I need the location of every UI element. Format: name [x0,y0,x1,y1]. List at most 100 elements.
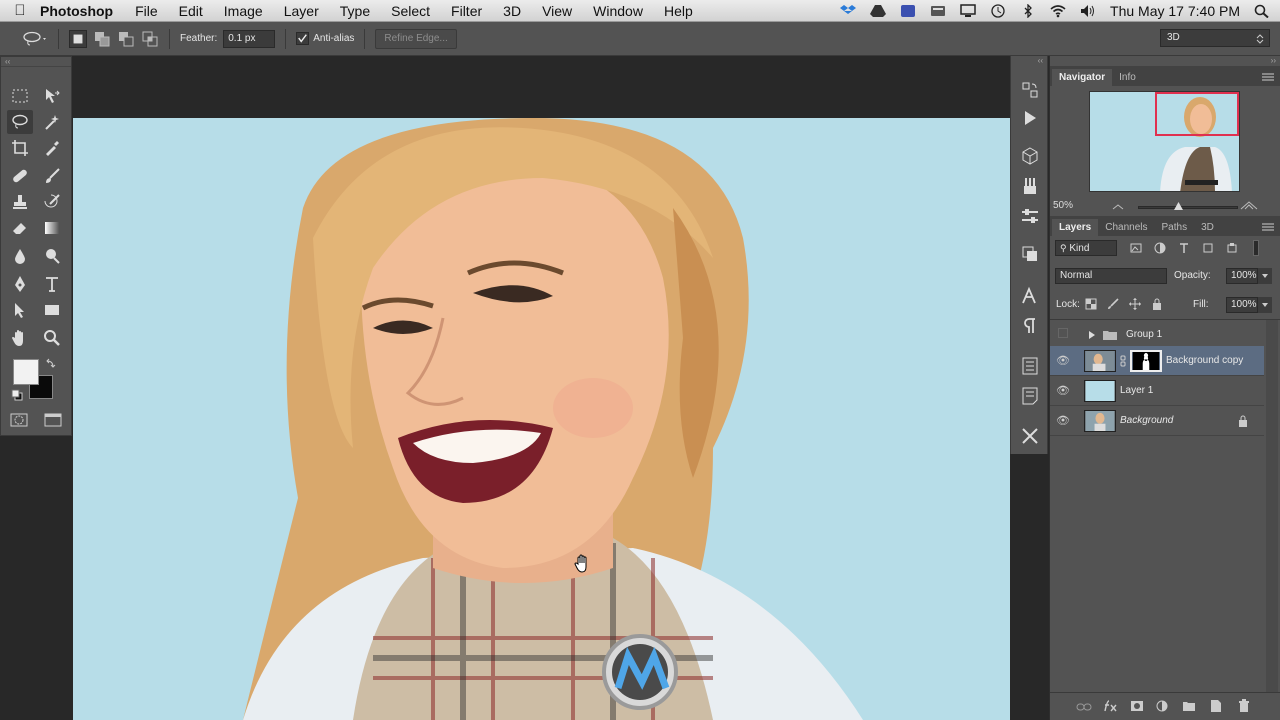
menu-edit[interactable]: Edit [179,3,203,19]
navigator-view-box[interactable] [1155,92,1239,136]
navigator-zoom-slider[interactable] [1138,206,1238,209]
hand-tool[interactable] [7,326,33,350]
tab-paths[interactable]: Paths [1155,219,1195,236]
pen-tool[interactable] [7,272,33,296]
healing-brush-tool[interactable] [7,164,33,188]
lasso-tool[interactable] [7,110,33,134]
screen-mode-icon[interactable] [43,411,63,429]
layer-row-background-copy[interactable]: 👁 Background copy [1050,346,1264,376]
add-to-selection-icon[interactable] [93,30,111,48]
menu-type[interactable]: Type [340,3,370,19]
workspace-select[interactable]: 3D [1160,29,1270,47]
rectangle-tool[interactable] [39,298,65,322]
foreground-color-swatch[interactable] [13,359,39,385]
panels-grip[interactable]: ›› [1271,56,1276,65]
apple-menu-icon[interactable]:  [0,2,40,19]
path-selection-tool[interactable] [7,298,33,322]
menu-filter[interactable]: Filter [451,3,482,19]
filter-toggle[interactable] [1253,240,1259,256]
new-adjustment-layer-icon[interactable] [1156,700,1168,712]
spotlight-search-icon[interactable] [1254,4,1270,18]
zoom-tool[interactable] [39,326,65,350]
lock-all-icon[interactable] [1151,298,1163,310]
tab-navigator[interactable]: Navigator [1052,69,1113,86]
icon-strip-grip[interactable]: ‹‹ [1011,56,1047,66]
clone-source-icon[interactable] [1020,244,1040,264]
fill-input[interactable]: 100% [1226,297,1258,313]
layer-visibility-empty[interactable] [1050,328,1076,341]
tool-presets-icon[interactable] [1020,426,1040,446]
actions-panel-icon[interactable] [1020,108,1040,128]
menu-select[interactable]: Select [391,3,430,19]
menu-layer[interactable]: Layer [284,3,319,19]
navigator-preview[interactable] [1089,91,1240,192]
dodge-tool[interactable] [39,244,65,268]
filter-pixel-icon[interactable] [1130,242,1142,254]
menu-image[interactable]: Image [224,3,263,19]
gradient-tool[interactable] [39,216,65,240]
lock-position-icon[interactable] [1129,298,1141,310]
clone-stamp-tool[interactable] [7,190,33,214]
filter-shape-icon[interactable] [1202,242,1214,254]
wifi-icon[interactable] [1050,4,1066,18]
layer-style-fx-icon[interactable] [1102,699,1118,713]
brush-tool[interactable] [39,164,65,188]
new-group-icon[interactable] [1182,700,1196,712]
layer-filter-kind[interactable]: ⚲ Kind [1055,240,1117,256]
layers-scrollbar[interactable] [1266,320,1278,694]
tools-panel-grip[interactable]: ‹‹ [1,57,71,67]
layer-mask-thumbnail[interactable] [1130,349,1162,372]
image-canvas[interactable] [73,118,1010,720]
fill-dropdown-icon[interactable] [1258,297,1272,313]
tab-channels[interactable]: Channels [1098,219,1154,236]
eye-icon[interactable]: 👁 [1050,414,1076,427]
default-colors-icon[interactable] [11,389,23,401]
menu-window[interactable]: Window [593,3,643,19]
eraser-tool[interactable] [7,216,33,240]
filter-type-icon[interactable] [1178,242,1190,254]
intersect-selection-icon[interactable] [141,30,159,48]
layer-row-layer-1[interactable]: 👁 Layer 1 [1050,376,1264,406]
paragraph-panel-icon[interactable] [1020,316,1040,336]
zoom-in-icon[interactable] [1240,200,1258,210]
history-panel-icon[interactable] [1020,80,1040,100]
mask-link-icon[interactable] [1120,355,1126,367]
navigator-menu-icon[interactable] [1262,72,1274,82]
move-tool[interactable] [39,84,65,108]
eye-icon[interactable]: 👁 [1050,384,1076,397]
eyedropper-tool[interactable] [39,136,65,160]
tab-info[interactable]: Info [1112,69,1143,86]
feather-input[interactable]: 0.1 px [223,29,276,48]
layer-row-background[interactable]: 👁 Background [1050,406,1264,436]
dropbox-icon[interactable] [840,4,857,18]
rect-marquee-tool[interactable] [7,84,33,108]
menu-help[interactable]: Help [664,3,693,19]
opacity-input[interactable]: 100% [1226,268,1258,284]
delete-layer-icon[interactable] [1238,699,1250,713]
tab-3d[interactable]: 3D [1194,219,1221,236]
layers-menu-icon[interactable] [1262,222,1274,232]
eye-icon[interactable]: 👁 [1050,354,1076,367]
link-layers-icon[interactable] [1076,701,1092,713]
tab-layers[interactable]: Layers [1052,219,1099,236]
type-tool[interactable] [39,272,65,296]
refine-edge-button[interactable]: Refine Edge... [375,28,457,49]
menu-3d[interactable]: 3D [503,3,521,19]
blur-tool[interactable] [7,244,33,268]
zoom-out-icon[interactable] [1112,202,1124,210]
quick-mask-icon[interactable] [9,411,29,429]
filter-smart-object-icon[interactable] [1226,242,1238,254]
navigator-zoom[interactable]: 50% [1053,200,1073,211]
properties-panel-icon[interactable] [1020,356,1040,376]
opacity-dropdown-icon[interactable] [1258,268,1272,284]
character-panel-icon[interactable] [1020,286,1040,306]
new-selection-icon[interactable] [69,29,87,48]
display-icon[interactable] [960,4,976,18]
add-mask-icon[interactable] [1130,700,1144,712]
menubar-clock[interactable]: Thu May 17 7:40 PM [1110,3,1240,19]
blend-mode-select[interactable]: Normal [1055,268,1167,284]
menu-file[interactable]: File [135,3,158,19]
time-machine-icon[interactable] [990,4,1006,18]
filter-adjustment-icon[interactable] [1154,242,1166,254]
group-expand-icon[interactable] [1088,330,1096,340]
